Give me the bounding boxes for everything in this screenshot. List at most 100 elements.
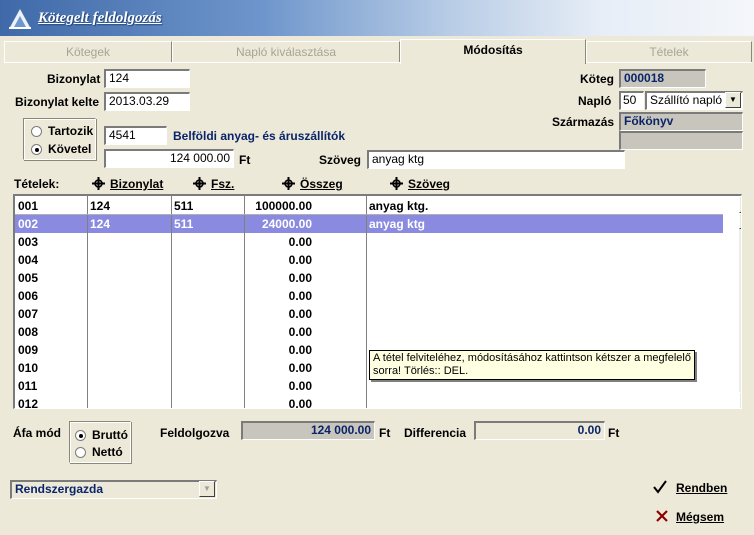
cell-osszeg: 0.00 [288, 235, 312, 249]
cell-osszeg: 0.00 [288, 289, 312, 303]
szarmazas-field: Főkönyv [619, 112, 743, 131]
cell-fsz [171, 251, 244, 269]
title-banner: Kötegelt feldolgozás [0, 0, 754, 36]
column-header-fsz[interactable]: Fsz. [193, 177, 234, 191]
sort-icon [193, 177, 206, 190]
cell-id: 012 [18, 397, 39, 409]
brutto-radio[interactable]: Bruttó [75, 428, 128, 442]
column-title: Fsz. [211, 177, 235, 191]
differencia-label: Differencia [404, 426, 467, 440]
table-row[interactable]: 001 124 511 100000.00 anyag ktg. [15, 197, 723, 215]
cell-osszeg: 24000.00 [261, 217, 312, 231]
cell-bizonylat [87, 251, 171, 269]
ok-button[interactable]: Rendben [653, 480, 727, 495]
cell-id: 007 [18, 307, 39, 321]
szoveg-input[interactable]: anyag ktg [367, 150, 625, 169]
tab-naplo-kivalasztasa[interactable]: Napló kiválasztása [172, 41, 400, 62]
koteg-label: Köteg [580, 72, 614, 86]
feldolgozva-field: 124 000.00 [241, 421, 375, 440]
bizonylat-input[interactable]: 124 [104, 69, 190, 88]
user-select[interactable]: Rendszergazda [10, 480, 217, 499]
netto-radio[interactable]: Nettó [75, 445, 123, 459]
column-header-bizonylat[interactable]: Bizonylat [92, 177, 163, 191]
cell-osszeg: 0.00 [288, 361, 312, 375]
table-row[interactable]: 007 0.00 [15, 305, 723, 323]
table-row[interactable]: 002 124 511 24000.00 anyag ktg [15, 215, 723, 233]
table-row[interactable]: 005 0.00 [15, 269, 723, 287]
cell-fsz [171, 377, 244, 395]
cell-fsz [171, 359, 244, 377]
amount-unit: Ft [239, 153, 251, 167]
tab-kotegek[interactable]: Kötegek [4, 41, 172, 62]
column-header-osszeg[interactable]: Összeg [282, 177, 343, 191]
cell-bizonylat [87, 287, 171, 305]
column-title: Bizonylat [110, 177, 164, 191]
cancel-button[interactable]: Mégsem [656, 510, 724, 524]
tartozik-label: Tartozik [48, 124, 94, 138]
cell-fsz: 511 [174, 217, 194, 231]
account-input[interactable]: 4541 [104, 126, 167, 145]
cell-osszeg: 0.00 [288, 397, 312, 409]
scroll-down-button[interactable]: ▼ [739, 392, 741, 408]
cell-osszeg: 0.00 [288, 379, 312, 393]
koteg-field: 000018 [619, 69, 706, 88]
table-row[interactable]: 006 0.00 [15, 287, 723, 305]
cell-osszeg: 0.00 [288, 253, 312, 267]
kovetel-label: Követel [48, 142, 92, 156]
table-row[interactable]: 008 0.00 [15, 323, 723, 341]
cell-id: 008 [18, 325, 39, 339]
brutto-label: Bruttó [92, 428, 128, 442]
table-row[interactable]: 012 0.00 [15, 395, 723, 409]
naplo-dropdown-button[interactable]: ▼ [725, 92, 741, 108]
cell-bizonylat [87, 269, 171, 287]
scroll-thumb[interactable] [739, 213, 741, 229]
table-row[interactable]: 004 0.00 [15, 251, 723, 269]
kovetel-radio[interactable]: Követel [31, 142, 91, 156]
cell-bizonylat: 124 [90, 217, 111, 231]
tartozik-radio[interactable]: Tartozik [31, 124, 93, 138]
radio-selected-icon [75, 430, 86, 442]
user-dropdown-button[interactable]: ▼ [199, 481, 215, 497]
column-separator [171, 196, 172, 408]
cell-bizonylat: 124 [90, 199, 111, 213]
cell-id: 011 [18, 379, 38, 393]
bizonylat-kelte-input[interactable]: 2013.03.29 [104, 92, 190, 111]
naplo-number-field[interactable]: 50 [619, 91, 644, 110]
column-header-szoveg[interactable]: Szöveg [390, 177, 450, 191]
tab-modositas[interactable]: Módosítás [400, 39, 586, 64]
radio-circle-icon [31, 126, 42, 138]
cell-bizonylat [87, 233, 171, 251]
column-title: Összeg [300, 177, 343, 191]
cell-fsz [171, 395, 244, 408]
table-row[interactable]: 003 0.00 [15, 233, 723, 251]
tab-bar: Kötegek Napló kiválasztása Módosítás Tét… [4, 39, 752, 64]
cell-szoveg [366, 323, 723, 341]
cell-bizonylat [87, 359, 171, 377]
tab-tetelek[interactable]: Tételek [586, 41, 752, 62]
cell-id: 010 [18, 361, 39, 375]
window-title: Kötegelt feldolgozás [38, 10, 162, 26]
cell-szoveg [366, 269, 723, 287]
user-select-value: Rendszergazda [15, 482, 104, 496]
cell-fsz [171, 233, 244, 251]
cell-osszeg: 0.00 [288, 307, 312, 321]
cell-id: 003 [18, 235, 39, 249]
chevron-down-icon: ▼ [729, 95, 737, 104]
cell-bizonylat [87, 305, 171, 323]
sort-icon [92, 177, 105, 190]
feldolgozva-label: Feldolgozva [160, 426, 230, 440]
amount-input[interactable]: 124 000.00 [104, 149, 234, 168]
column-separator [87, 196, 88, 408]
cell-id: 001 [18, 199, 39, 213]
cell-id: 002 [18, 217, 39, 231]
row-separator [15, 214, 723, 215]
netto-label: Nettó [92, 445, 123, 459]
cell-bizonylat [87, 395, 171, 408]
cell-fsz [171, 305, 244, 323]
chevron-down-icon: ▼ [203, 484, 211, 493]
cell-szoveg [366, 287, 723, 305]
vertical-scrollbar[interactable]: ▲ ▼ [739, 196, 741, 408]
scroll-up-button[interactable]: ▲ [739, 196, 741, 213]
szoveg-label: Szöveg [319, 153, 362, 167]
cell-fsz: 511 [174, 199, 194, 213]
